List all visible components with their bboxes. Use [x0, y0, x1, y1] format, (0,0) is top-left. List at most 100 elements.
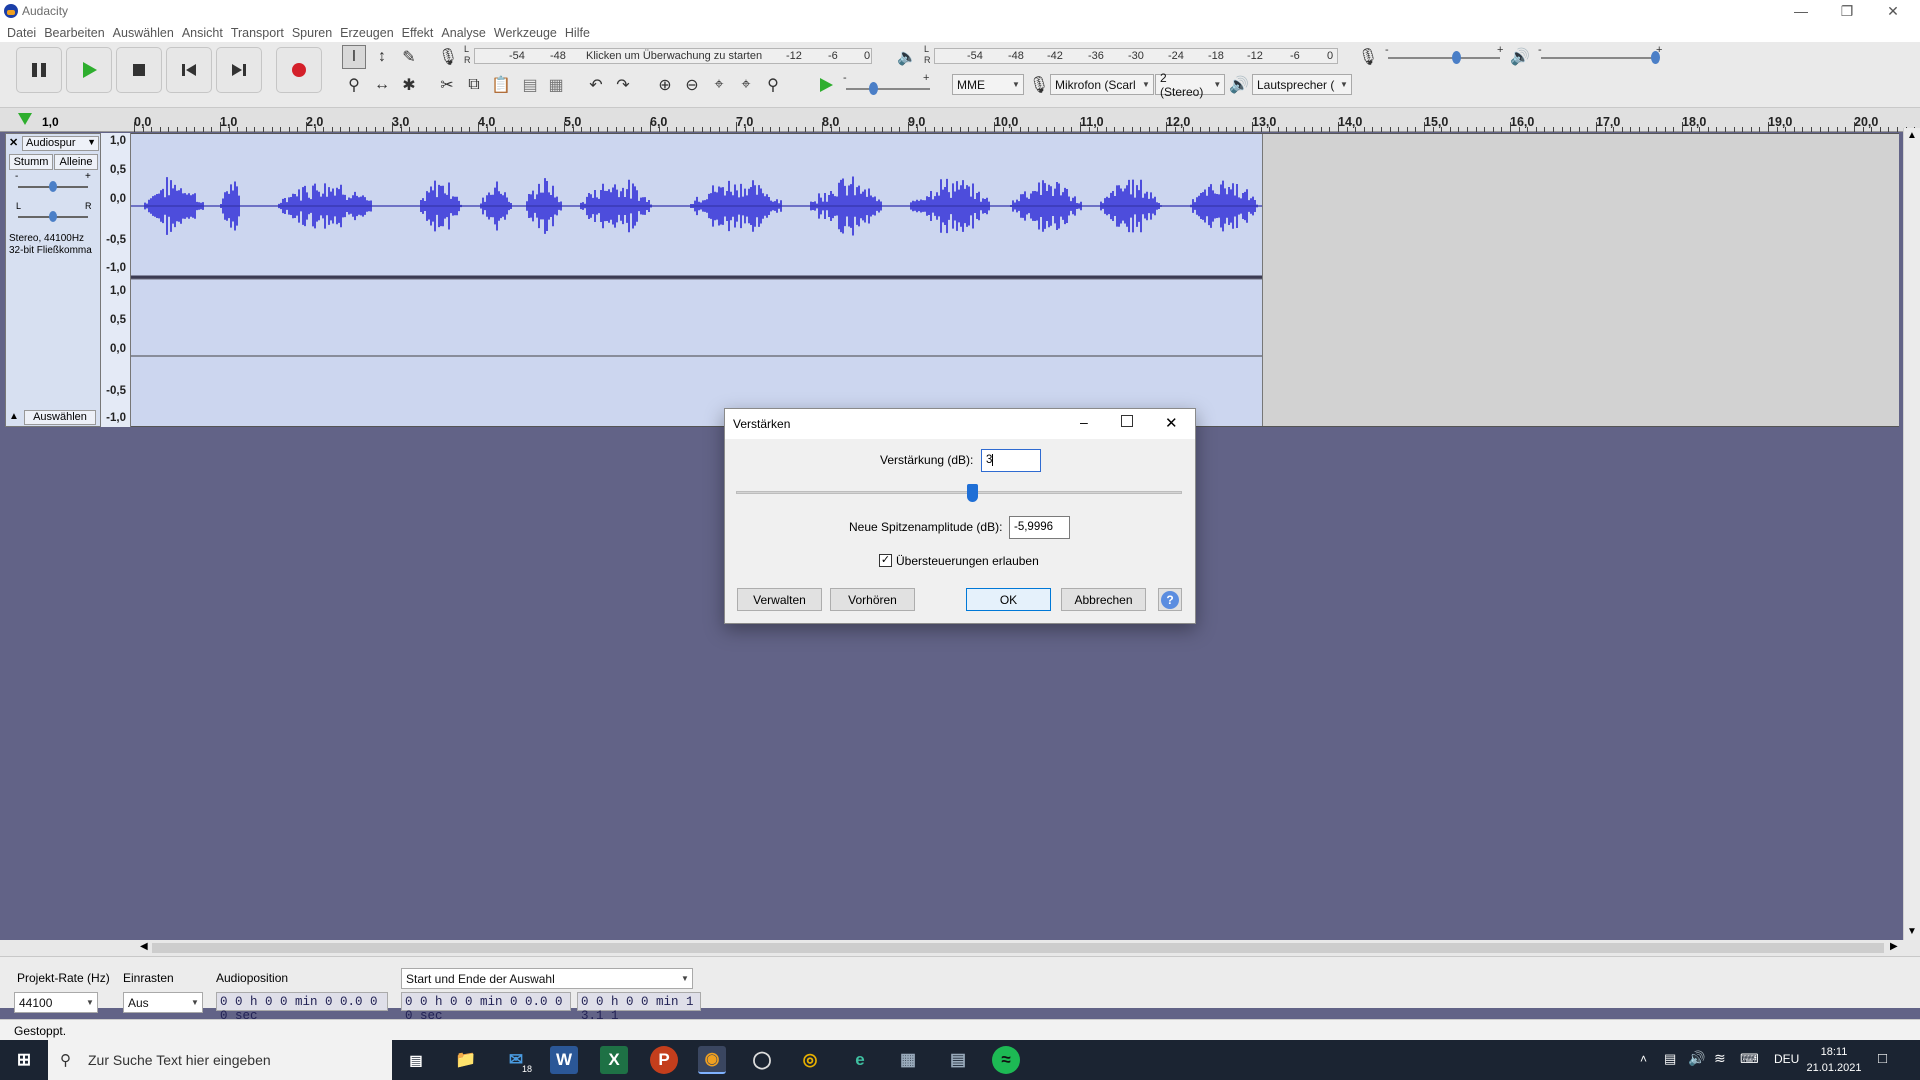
vertical-scrollbar[interactable]: ▲ ▼: [1903, 128, 1920, 940]
horizontal-scroll-thumb[interactable]: [152, 943, 1884, 953]
zoom-out-icon[interactable]: ⊖: [680, 73, 704, 97]
output-volume-slider[interactable]: [1541, 57, 1659, 59]
taskbar-search-box[interactable]: ⚲ Zur Suche Text hier eingeben: [48, 1040, 392, 1080]
menu-werkzeuge[interactable]: Werkzeuge: [493, 22, 564, 42]
collapse-track-icon[interactable]: ▲: [9, 411, 19, 422]
menu-erzeugen[interactable]: Erzeugen: [339, 22, 401, 42]
windows-start-icon[interactable]: ⊞: [10, 1046, 38, 1074]
word-icon[interactable]: W: [550, 1046, 578, 1074]
speaker-meter-icon[interactable]: 🔈: [895, 45, 919, 69]
amplitude-scale[interactable]: 1,0 0,5 0,0 -0,5 -1,0 1,0 0,5 0,0 -0,5 -…: [101, 133, 131, 427]
timeline-ruler[interactable]: 1,0 0,0 1,0 2,0 3,0 4,0 5,0 6,0 7,0 8,0 9,0 10,0 11…: [0, 108, 1920, 132]
copy-icon[interactable]: ⧉: [462, 73, 486, 97]
obs-icon[interactable]: ◯: [748, 1046, 776, 1074]
gain-slider-thumb[interactable]: [967, 484, 979, 502]
play-speed-thumb[interactable]: [869, 82, 878, 95]
help-button[interactable]: ?: [1158, 588, 1182, 611]
envelope-tool-icon[interactable]: ↕: [370, 45, 394, 69]
input-volume-thumb[interactable]: [1452, 51, 1461, 64]
preview-button[interactable]: Vorhören: [830, 588, 915, 611]
select-track-button[interactable]: Auswählen: [24, 410, 96, 425]
playback-device-select[interactable]: Lautsprecher (▼: [1252, 74, 1352, 95]
project-rate-select[interactable]: 44100 ▼: [14, 992, 98, 1013]
silence-icon[interactable]: ▦: [544, 73, 568, 97]
tray-chevron-icon[interactable]: ˄: [1640, 1052, 1647, 1066]
cancel-button[interactable]: Abbrechen: [1061, 588, 1146, 611]
multi-tool-icon[interactable]: ✱: [397, 73, 421, 97]
paste-icon[interactable]: 📋: [489, 73, 513, 97]
close-button[interactable]: ✕: [1870, 0, 1916, 22]
horizontal-scrollbar[interactable]: ◀ ▶: [0, 940, 1920, 956]
selection-start-time[interactable]: 0 0 h 0 0 min 0 0.0 0 0 sec: [401, 992, 571, 1023]
channels-select[interactable]: 2 (Stereo) ▼: [1155, 71, 1225, 99]
notepad-icon[interactable]: ▤: [944, 1046, 972, 1074]
gain-input[interactable]: 3: [981, 449, 1041, 472]
play-at-speed-icon[interactable]: [814, 73, 838, 97]
snap-select[interactable]: Aus ▼: [123, 992, 203, 1013]
menu-transport[interactable]: Transport: [230, 22, 291, 42]
edge-icon[interactable]: e: [846, 1046, 874, 1074]
audio-position-time[interactable]: 0 0 h 0 0 min 0 0.0 0 0 sec: [216, 992, 388, 1023]
track-name-menu[interactable]: Audiospur ▼: [22, 136, 99, 151]
empty-track-region[interactable]: [1262, 134, 1899, 426]
menu-hilfe[interactable]: Hilfe: [564, 22, 597, 42]
tray-device-icon[interactable]: ▤: [1664, 1051, 1676, 1067]
menu-ansicht[interactable]: Ansicht: [181, 22, 230, 42]
chrome-icon[interactable]: ◎: [796, 1046, 824, 1074]
recording-device-select[interactable]: Mikrofon (Scarl ▼: [1050, 74, 1154, 95]
redo-icon[interactable]: ↷: [611, 73, 635, 97]
timeshift-tool-icon[interactable]: ↔: [370, 73, 394, 97]
scroll-up-icon[interactable]: ▲: [1907, 130, 1917, 141]
file-explorer-icon[interactable]: 📁: [452, 1046, 480, 1074]
draw-tool-icon[interactable]: ✎: [397, 45, 421, 69]
record-button[interactable]: [276, 47, 322, 93]
menu-bearbeiten[interactable]: Bearbeiten: [43, 22, 111, 42]
scroll-down-icon[interactable]: ▼: [1907, 926, 1917, 937]
clock[interactable]: 18:11 21.01.2021: [1806, 1044, 1862, 1076]
play-speed-slider[interactable]: [846, 88, 930, 90]
notification-icon[interactable]: □: [1878, 1050, 1887, 1067]
volume-icon[interactable]: 🔊: [1688, 1050, 1705, 1067]
peak-amplitude-input[interactable]: -5,9996: [1009, 516, 1070, 539]
audio-track-waveform[interactable]: [131, 133, 1899, 427]
excel-icon[interactable]: X: [600, 1046, 628, 1074]
allow-clipping-checkbox[interactable]: ✓: [879, 554, 892, 567]
menu-analyse[interactable]: Analyse: [440, 22, 492, 42]
gain-slider-thumb[interactable]: [49, 181, 57, 192]
mute-button[interactable]: Stumm: [9, 154, 53, 170]
dialog-close-icon[interactable]: ✕: [1165, 414, 1178, 432]
pause-button[interactable]: [16, 47, 62, 93]
manage-button[interactable]: Verwalten: [737, 588, 822, 611]
keyboard-icon[interactable]: ⌨: [1740, 1051, 1759, 1067]
fit-selection-icon[interactable]: ⌖: [707, 73, 731, 97]
network-icon[interactable]: ≋: [1714, 1050, 1726, 1067]
task-view-icon[interactable]: ▤: [402, 1046, 430, 1074]
audacity-taskbar-icon[interactable]: ◉: [698, 1046, 726, 1074]
solo-button[interactable]: Alleine: [54, 154, 98, 170]
selection-mode-select[interactable]: Start und Ende der Auswahl ▼: [401, 968, 693, 989]
playhead-marker-icon[interactable]: [18, 113, 32, 125]
close-track-icon[interactable]: ✕: [9, 136, 20, 149]
microphone-meter-icon[interactable]: 🎙: [436, 45, 460, 69]
undo-icon[interactable]: ↶: [584, 73, 608, 97]
language-indicator[interactable]: DEU: [1774, 1052, 1799, 1066]
zoom-in-icon[interactable]: ⊕: [653, 73, 677, 97]
cut-icon[interactable]: ✂: [435, 73, 459, 97]
zoom-tool-icon[interactable]: ⚲: [342, 73, 366, 97]
selection-end-time[interactable]: 0 0 h 0 0 min 1 3.1 1: [577, 992, 701, 1023]
pan-slider-thumb[interactable]: [49, 211, 57, 222]
minimize-button[interactable]: —: [1778, 0, 1824, 22]
trim-icon[interactable]: ▤: [518, 73, 542, 97]
menu-spuren[interactable]: Spuren: [291, 22, 339, 42]
app-window-icon[interactable]: ▦: [894, 1046, 922, 1074]
fit-project-icon[interactable]: ⌖: [734, 73, 758, 97]
dialog-minimize-icon[interactable]: –: [1080, 414, 1088, 430]
monitor-hint[interactable]: Klicken um Überwachung zu starten: [586, 50, 762, 62]
ok-button[interactable]: OK: [966, 588, 1051, 611]
powerpoint-icon[interactable]: P: [650, 1046, 678, 1074]
menu-datei[interactable]: Datei: [6, 22, 43, 42]
spotify-icon[interactable]: ≈: [992, 1046, 1020, 1074]
input-volume-slider[interactable]: [1388, 57, 1500, 59]
scroll-right-icon[interactable]: ▶: [1890, 941, 1898, 952]
selection-tool-icon[interactable]: I: [342, 45, 366, 69]
